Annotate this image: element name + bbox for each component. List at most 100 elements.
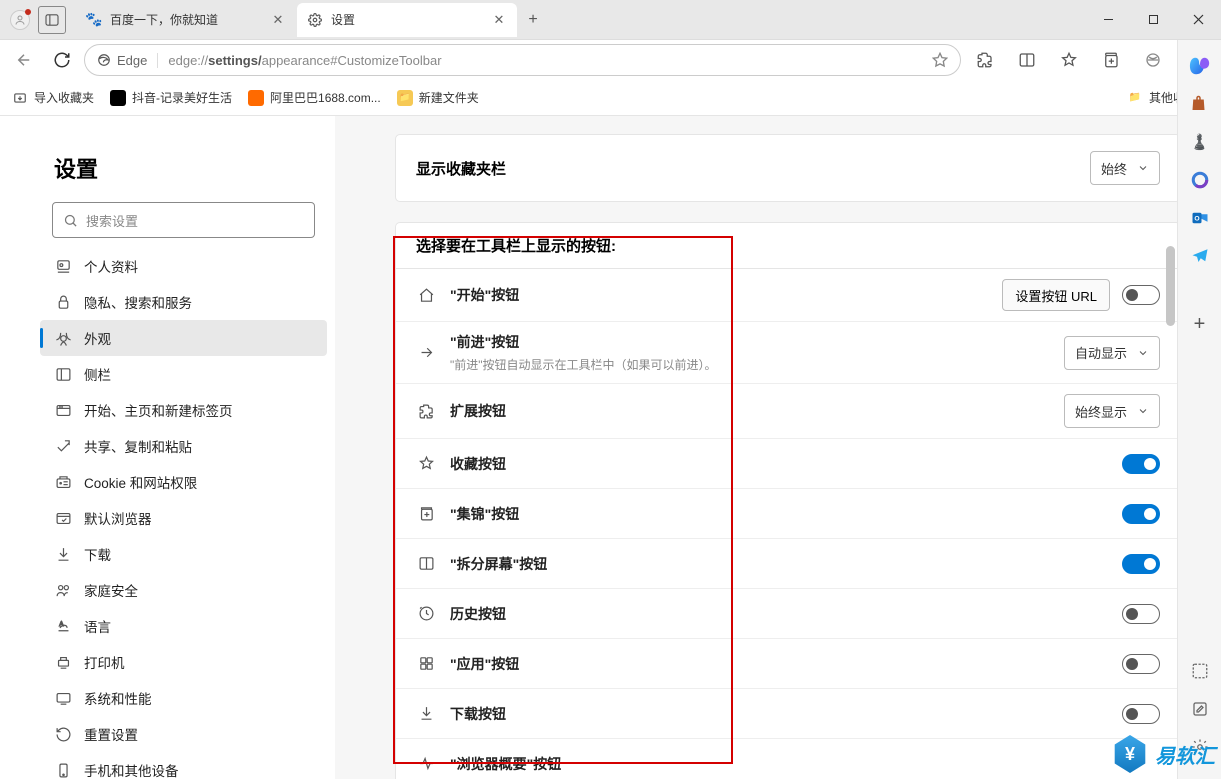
row-body: "浏览器概要"按钮 [450, 754, 1146, 774]
toggle-switch[interactable] [1122, 554, 1160, 574]
sidebar-item-9[interactable]: 家庭安全 [40, 572, 327, 608]
minimize-button[interactable] [1086, 5, 1131, 35]
settings-search-input[interactable]: 搜索设置 [52, 202, 315, 238]
close-tab-icon[interactable]: ✕ [270, 12, 286, 28]
favorite-star-icon[interactable] [932, 52, 948, 68]
toolbar-row: "集锦"按钮 [396, 488, 1180, 538]
toggle-switch[interactable] [1122, 504, 1160, 524]
bookmark-label: 抖音-记录美好生活 [132, 89, 232, 106]
row-icon [416, 604, 436, 624]
row-body: "开始"按钮 [450, 285, 988, 305]
sidebar-item-7[interactable]: 默认浏览器 [40, 500, 327, 536]
url-path: edge://settings/appearance#CustomizeTool… [168, 53, 932, 68]
sidebar-item-13[interactable]: 重置设置 [40, 716, 327, 752]
bookmark-item[interactable]: 阿里巴巴1688.com... [248, 89, 381, 106]
extensions-icon[interactable] [967, 44, 1003, 76]
toolbar-row: "开始"按钮 设置按钮 URL [396, 269, 1180, 321]
nav-icon [54, 365, 72, 383]
sidebar-item-10[interactable]: A语言 [40, 608, 327, 644]
collections-icon[interactable] [1093, 44, 1129, 76]
sidebar-item-1[interactable]: 隐私、搜索和服务 [40, 284, 327, 320]
toggle-switch[interactable] [1122, 654, 1160, 674]
row-body: "应用"按钮 [450, 654, 1108, 674]
sidebar-item-12[interactable]: 系统和性能 [40, 680, 327, 716]
bookmark-item[interactable]: 抖音-记录美好生活 [110, 89, 232, 106]
settings-main-panel: 显示收藏夹栏 始终 选择要在工具栏上显示的按钮: "开始"按钮 设置按钮 URL… [335, 116, 1221, 779]
row-label: 扩展按钮 [450, 401, 1050, 421]
url-input[interactable]: Edge edge://settings/appearance#Customiz… [84, 44, 961, 76]
toggle-switch[interactable] [1122, 704, 1160, 724]
settings-sidebar: 设置 搜索设置 个人资料隐私、搜索和服务外观侧栏开始、主页和新建标签页共享、复制… [0, 116, 335, 779]
sidebar-item-0[interactable]: 个人资料 [40, 248, 327, 284]
close-window-button[interactable] [1176, 5, 1221, 35]
sidebar-item-4[interactable]: 开始、主页和新建标签页 [40, 392, 327, 428]
toggle-switch[interactable] [1122, 604, 1160, 624]
row-icon [416, 754, 436, 774]
set-url-button[interactable]: 设置按钮 URL [1002, 279, 1110, 311]
favorites-icon[interactable] [1051, 44, 1087, 76]
tab-actions-icon[interactable] [38, 6, 66, 34]
rail-outlook-icon[interactable]: O [1186, 204, 1214, 232]
row-body: 下载按钮 [450, 704, 1108, 724]
toolbar-row: 历史按钮 [396, 588, 1180, 638]
rail-games-icon[interactable]: ♟️ [1186, 128, 1214, 156]
row-sub: "前进"按钮自动显示在工具栏中（如果可以前进）。 [450, 356, 1050, 373]
rail-add-icon[interactable]: + [1186, 310, 1214, 338]
row-icon [416, 504, 436, 524]
sidebar-item-6[interactable]: Cookie 和网站权限 [40, 464, 327, 500]
rail-telegram-icon[interactable] [1186, 242, 1214, 270]
baidu-favicon-icon: 🐾 [86, 12, 102, 28]
rail-office-icon[interactable] [1186, 166, 1214, 194]
sidebar-item-14[interactable]: 手机和其他设备 [40, 752, 327, 779]
row-icon [416, 554, 436, 574]
back-button[interactable] [8, 44, 40, 76]
dropdown-value: 始终显示 [1075, 402, 1127, 421]
rail-screenshot-icon[interactable] [1186, 657, 1214, 685]
row-actions [1122, 554, 1160, 574]
import-favorites-button[interactable]: 导入收藏夹 [12, 89, 94, 106]
favorites-bar-dropdown[interactable]: 始终 [1090, 151, 1160, 185]
nav-label: 隐私、搜索和服务 [84, 292, 192, 312]
row-dropdown[interactable]: 始终显示 [1064, 394, 1160, 428]
rail-shopping-icon[interactable] [1186, 90, 1214, 118]
row-label: "应用"按钮 [450, 654, 1108, 674]
copilot-icon[interactable] [1186, 52, 1214, 80]
toggle-switch[interactable] [1122, 285, 1160, 305]
sidebar-item-3[interactable]: 侧栏 [40, 356, 327, 392]
row-icon [416, 704, 436, 724]
folder-icon: 📁 [1127, 90, 1143, 106]
toggle-switch[interactable] [1122, 454, 1160, 474]
toolbar-row: 扩展按钮 始终显示 [396, 383, 1180, 438]
row-actions: 始终显示 [1064, 394, 1160, 428]
sidebar-item-2[interactable]: 外观 [40, 320, 327, 356]
search-icon [63, 213, 78, 228]
row-label: 下载按钮 [450, 704, 1108, 724]
maximize-button[interactable] [1131, 5, 1176, 35]
new-tab-button[interactable]: + [518, 11, 548, 29]
nav-icon [54, 581, 72, 599]
row-actions [1122, 504, 1160, 524]
close-tab-icon[interactable]: ✕ [491, 12, 507, 28]
row-dropdown[interactable]: 自动显示 [1064, 336, 1160, 370]
nav-label: 外观 [84, 328, 111, 348]
main-scrollbar-thumb[interactable] [1166, 246, 1175, 326]
sidebar-item-11[interactable]: 打印机 [40, 644, 327, 680]
split-screen-icon[interactable] [1009, 44, 1045, 76]
row-body: 历史按钮 [450, 604, 1108, 624]
row-label: 收藏按钮 [450, 454, 1108, 474]
rail-edit-icon[interactable] [1186, 695, 1214, 723]
profile-avatar[interactable] [10, 10, 30, 30]
sidebar-item-5[interactable]: 共享、复制和粘贴 [40, 428, 327, 464]
sidebar-item-8[interactable]: 下载 [40, 536, 327, 572]
refresh-button[interactable] [46, 44, 78, 76]
bookmark-favicon-icon [110, 90, 126, 106]
bookmark-item[interactable]: 📁新建文件夹 [397, 89, 479, 106]
svg-text:A: A [59, 620, 64, 627]
tab-label: 设置 [331, 11, 491, 28]
browser-tab-settings[interactable]: 设置 ✕ [297, 3, 517, 37]
browser-tab-baidu[interactable]: 🐾 百度一下，你就知道 ✕ [76, 3, 296, 37]
row-actions [1122, 604, 1160, 624]
svg-text:O: O [1194, 215, 1199, 222]
row-label: "开始"按钮 [450, 285, 988, 305]
ie-mode-icon[interactable] [1135, 44, 1171, 76]
